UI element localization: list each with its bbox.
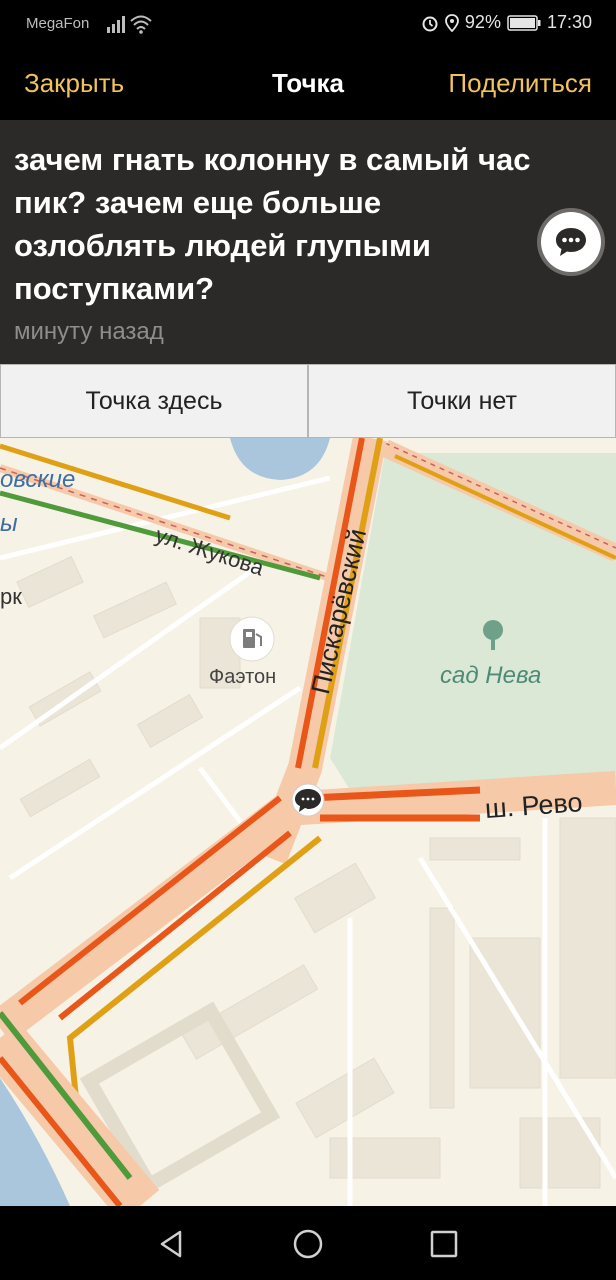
battery-icon — [507, 14, 541, 31]
alarm-icon — [422, 16, 438, 31]
close-button[interactable]: Закрыть — [24, 68, 124, 99]
point-gone-button[interactable]: Точки нет — [308, 364, 616, 438]
event-card: зачем гнать колонну в самый час пик? зач… — [0, 120, 616, 364]
map-view[interactable]: ул. Жукова Пискарёвский сад Нева Фаэтон … — [0, 438, 616, 1206]
event-message: зачем гнать колонну в самый час пик? зач… — [14, 142, 531, 306]
title-bar: Закрыть Точка Поделиться — [0, 50, 616, 120]
action-buttons: Точка здесь Точки нет — [0, 364, 616, 438]
battery-percent: 92% — [464, 12, 501, 32]
home-icon[interactable] — [290, 1226, 326, 1262]
park-label: сад Нева — [440, 662, 542, 689]
carrier-name: MegaFon — [26, 15, 90, 32]
wifi-icon — [130, 15, 152, 34]
back-icon[interactable] — [154, 1226, 190, 1262]
event-time: минуту назад — [14, 318, 164, 345]
fuel-icon — [229, 616, 275, 662]
status-bar: MegaFon 92% 17:30 — [0, 0, 616, 50]
clock: 17:30 — [546, 12, 592, 32]
status-right: 92% 17:30 — [421, 12, 592, 33]
location-icon — [445, 13, 459, 32]
system-nav-bar — [0, 1206, 616, 1280]
event-marker-icon — [291, 783, 325, 817]
park-label-partial: рк — [0, 584, 22, 609]
water-label-partial-2: ы — [0, 510, 18, 537]
chat-icon — [556, 228, 586, 256]
point-here-button[interactable]: Точка здесь — [0, 364, 308, 438]
comments-button[interactable] — [541, 212, 601, 272]
fuel-station-label: Фаэтон — [209, 666, 277, 688]
signal-icon — [107, 16, 125, 33]
water-label-partial-1: овские — [0, 466, 76, 493]
share-button[interactable]: Поделиться — [448, 68, 592, 99]
recents-icon[interactable] — [426, 1226, 462, 1262]
